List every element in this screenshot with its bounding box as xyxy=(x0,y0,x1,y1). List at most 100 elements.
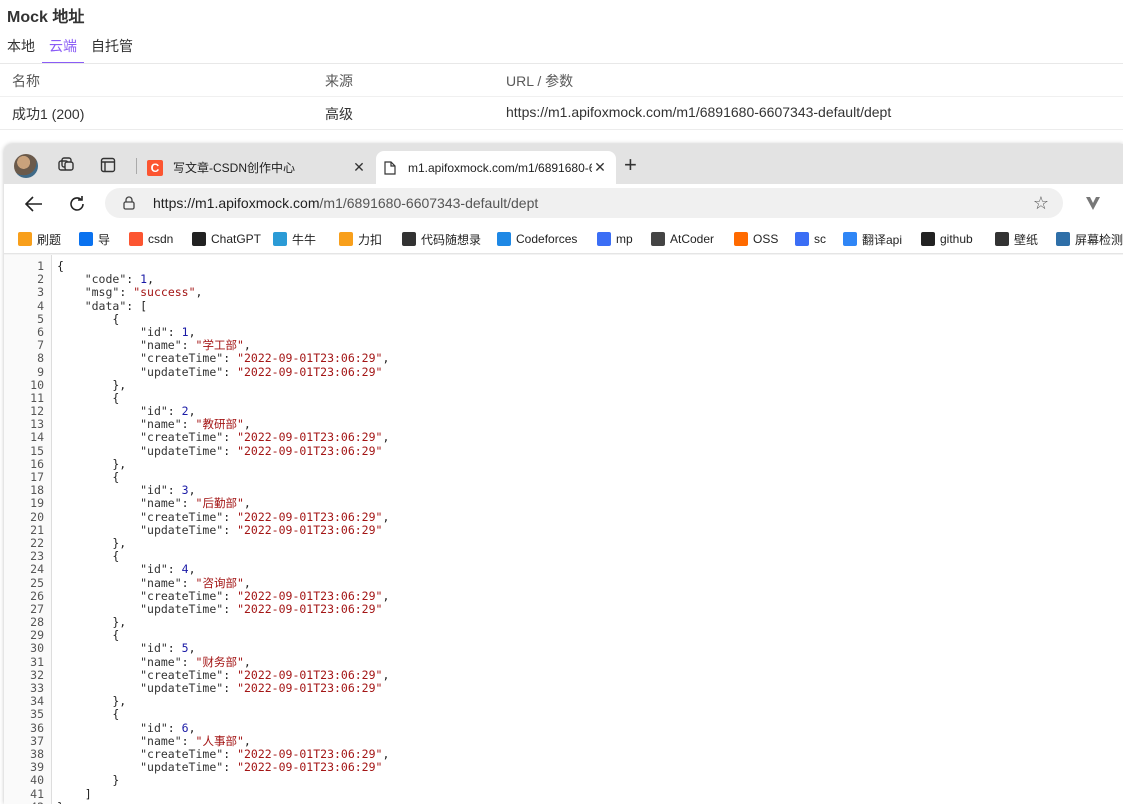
bookmark-label: 代码随想录 xyxy=(421,232,482,247)
json-text: "id": 3, xyxy=(140,483,196,498)
bookmark-item[interactable]: OSS xyxy=(734,230,778,248)
workspaces-icon[interactable] xyxy=(56,155,76,175)
bookmark-item[interactable]: mp xyxy=(597,230,633,248)
tab-cloud[interactable]: 云端 xyxy=(42,34,84,64)
row-url[interactable]: https://m1.apifoxmock.com/m1/6891680-660… xyxy=(506,104,891,120)
profile-avatar[interactable] xyxy=(14,154,38,178)
bookmark-item[interactable]: ChatGPT xyxy=(192,230,261,248)
bookmark-label: csdn xyxy=(148,232,174,246)
line-number: 37 xyxy=(30,733,44,748)
bookmark-item[interactable]: 导 xyxy=(79,230,110,248)
tab-actions-icon[interactable] xyxy=(98,155,118,175)
bookmark-label: Codeforces xyxy=(516,232,578,246)
refresh-icon[interactable] xyxy=(66,193,88,215)
url-text[interactable]: https://m1.apifoxmock.com/m1/6891680-660… xyxy=(153,195,538,211)
address-bar[interactable]: https://m1.apifoxmock.com/m1/6891680-660… xyxy=(105,188,1063,218)
json-text: "createTime": "2022-09-01T23:06:29", xyxy=(140,351,390,366)
bookmark-label: ChatGPT xyxy=(211,232,262,246)
json-text: "createTime": "2022-09-01T23:06:29", xyxy=(140,430,390,445)
json-text: "id": 4, xyxy=(140,562,196,577)
json-text: "updateTime": "2022-09-01T23:06:29" xyxy=(140,522,383,537)
line-number: 21 xyxy=(30,522,44,537)
json-text: }, xyxy=(57,535,127,550)
new-tab-icon[interactable]: + xyxy=(624,154,637,176)
line-number: 24 xyxy=(30,562,44,577)
close-icon[interactable]: ✕ xyxy=(592,159,608,176)
bookmark-item[interactable]: sc xyxy=(795,230,826,248)
atcoder-icon xyxy=(651,232,665,246)
bookmark-label: 牛牛 xyxy=(292,232,317,247)
lock-icon[interactable] xyxy=(123,196,135,215)
bookmark-item[interactable]: 代码随想录 xyxy=(402,230,481,248)
mock-panel: Mock 地址 本地 云端 自托管 名称 来源 URL / 参数 成功1 (20… xyxy=(0,0,1123,130)
code-icon xyxy=(402,232,416,246)
browser-window: C 写文章-CSDN创作中心 ✕ m1.apifoxmock.com/m1/68… xyxy=(4,144,1123,804)
line-number: 26 xyxy=(30,588,44,603)
json-text: { xyxy=(57,470,120,484)
tab-local[interactable]: 本地 xyxy=(0,34,42,64)
json-text: }, xyxy=(57,377,127,392)
favorite-star-icon[interactable]: ☆ xyxy=(1033,193,1049,214)
bookmark-label: OSS xyxy=(753,232,779,246)
line-number: 8 xyxy=(37,351,44,366)
json-text: "createTime": "2022-09-01T23:06:29", xyxy=(140,509,390,524)
json-text: "name": "人事部", xyxy=(140,733,251,748)
line-number: 35 xyxy=(30,707,44,722)
json-text: "msg": "success", xyxy=(84,285,203,300)
line-number: 19 xyxy=(30,496,44,511)
json-text: "id": 6, xyxy=(140,720,196,735)
table-row[interactable]: 成功1 (200) 高级 https://m1.apifoxmock.com/m… xyxy=(0,97,1123,129)
csdn-icon: C xyxy=(147,159,163,176)
url-path: /m1/6891680-6607343-default/dept xyxy=(319,195,539,211)
bookmark-item[interactable]: 屏幕检测 xyxy=(1056,230,1123,248)
wallpaper-icon xyxy=(995,232,1009,246)
json-text: "createTime": "2022-09-01T23:06:29", xyxy=(140,667,390,682)
bookmark-item[interactable]: 壁纸 xyxy=(995,230,1038,248)
doc-icon xyxy=(795,232,809,246)
bookmark-item[interactable]: github xyxy=(921,230,973,248)
tab-title: m1.apifoxmock.com/m1/6891680-6607343-def… xyxy=(408,160,592,175)
bookmarks-bar: 刷题 导 csdn ChatGPT 牛牛 力扣 代码随想录 Codeforces mp AtCod… xyxy=(4,224,1123,254)
json-text: }, xyxy=(57,694,127,709)
csdn-icon xyxy=(129,232,143,246)
mock-title: Mock 地址 xyxy=(7,9,85,26)
bookmark-item[interactable]: 翻译api xyxy=(843,230,902,248)
mock-tabs: 本地 云端 自托管 xyxy=(0,34,140,64)
json-text: "updateTime": "2022-09-01T23:06:29" xyxy=(140,760,383,775)
github-icon xyxy=(921,232,935,246)
bookmark-item[interactable]: csdn xyxy=(129,230,173,248)
json-text: "updateTime": "2022-09-01T23:06:29" xyxy=(140,443,383,458)
json-text: } xyxy=(57,800,64,804)
tab-self-hosted[interactable]: 自托管 xyxy=(84,34,140,64)
close-icon[interactable]: ✕ xyxy=(351,159,367,176)
tab-mock-json[interactable]: m1.apifoxmock.com/m1/6891680-6607343-def… xyxy=(376,151,616,184)
bookmark-item[interactable]: Codeforces xyxy=(497,230,577,248)
row-source: 高级 xyxy=(325,106,353,122)
json-page: 1{2 "code": 1, 3 "msg": "success", 4 "data… xyxy=(4,255,1123,804)
tab-csdn[interactable]: C 写文章-CSDN创作中心 ✕ xyxy=(141,151,375,184)
json-text: "code": 1, xyxy=(84,272,154,287)
json-text: { xyxy=(57,707,120,722)
line-number: 36 xyxy=(30,720,44,735)
bookmark-item[interactable]: 刷题 xyxy=(18,230,61,248)
json-text: { xyxy=(57,390,120,405)
json-text: }, xyxy=(57,615,127,630)
bookmark-item[interactable]: AtCoder xyxy=(651,230,714,248)
bookmark-label: 屏幕检测 xyxy=(1075,232,1123,247)
bookmark-item[interactable]: 力扣 xyxy=(339,230,382,248)
bookmark-item[interactable]: 牛牛 xyxy=(273,230,316,248)
chatgpt-icon xyxy=(192,232,206,246)
line-number: 15 xyxy=(30,443,44,458)
json-text: "name": "学工部", xyxy=(140,338,251,353)
extension-icon[interactable] xyxy=(1084,194,1102,217)
line-number: 30 xyxy=(30,641,44,656)
bookmark-label: AtCoder xyxy=(670,232,715,246)
line-number: 31 xyxy=(30,654,44,669)
line-number: 20 xyxy=(30,509,44,524)
line-number: 41 xyxy=(30,786,44,801)
json-text: } xyxy=(57,773,120,788)
back-icon[interactable] xyxy=(23,193,45,215)
mock-table-header: 名称 来源 URL / 参数 xyxy=(0,64,1123,97)
doc-icon xyxy=(597,232,611,246)
url-host: https://m1.apifoxmock.com xyxy=(153,195,320,211)
